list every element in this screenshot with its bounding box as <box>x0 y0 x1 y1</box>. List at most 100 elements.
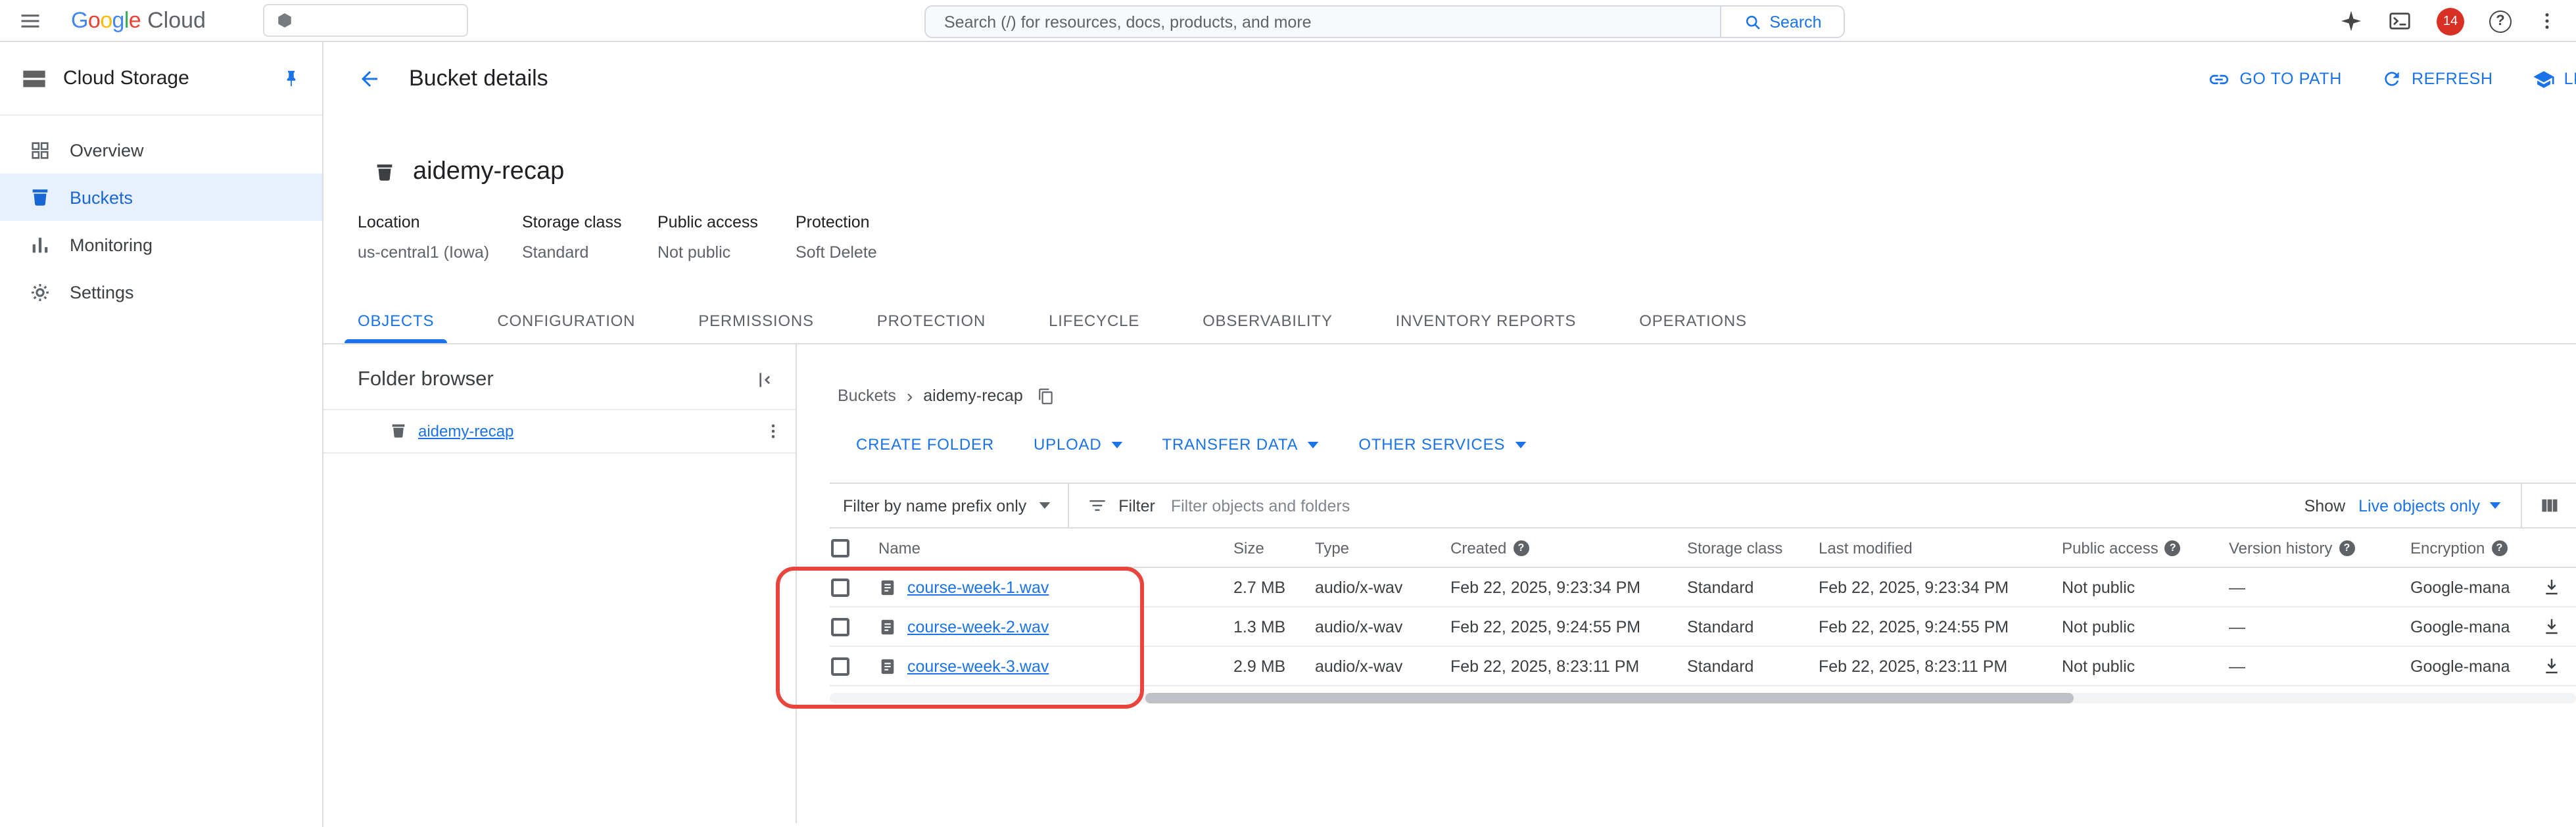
monitoring-icon <box>29 233 51 256</box>
download-icon[interactable] <box>2542 656 2562 676</box>
search-input[interactable] <box>924 5 1720 38</box>
sidebar-item-overview[interactable]: Overview <box>0 126 322 174</box>
create-folder-button[interactable]: CREATE FOLDER <box>856 435 994 454</box>
column-header-last_modified[interactable]: Last modified <box>1819 538 2062 557</box>
storage-class-cell: Standard <box>1687 657 1754 675</box>
breadcrumb-current: aidemy-recap <box>923 387 1023 405</box>
sidebar-item-settings[interactable]: Settings <box>0 268 322 316</box>
download-icon[interactable] <box>2542 617 2562 636</box>
logo-cloud-word: Cloud <box>147 7 206 32</box>
tab-operations[interactable]: OPERATIONS <box>1608 298 1778 343</box>
gemini-sparkle-icon[interactable] <box>2339 9 2363 33</box>
project-icon <box>276 12 293 29</box>
upload-button[interactable]: UPLOAD <box>1034 435 1123 454</box>
public-access-cell: Not public <box>2062 657 2135 675</box>
tab-permissions[interactable]: PERMISSIONS <box>667 298 846 343</box>
breadcrumb-buckets[interactable]: Buckets <box>838 387 896 405</box>
help-icon[interactable]: ? <box>2339 540 2355 555</box>
download-icon[interactable] <box>2542 577 2562 597</box>
school-icon <box>2533 68 2555 90</box>
folder-browser-panel: Folder browser aidemy-recap <box>323 344 797 823</box>
menu-icon[interactable] <box>18 9 42 32</box>
folder-tree-item[interactable]: aidemy-recap <box>323 409 796 454</box>
encryption-cell: Google-mana <box>2410 657 2510 675</box>
row-checkbox[interactable] <box>831 617 849 636</box>
transfer-data-button[interactable]: TRANSFER DATA <box>1162 435 1320 454</box>
search-button[interactable]: Search <box>1720 5 1845 38</box>
tab-bar: OBJECTS CONFIGURATION PERMISSIONS PROTECTIO… <box>323 298 2576 344</box>
project-selector[interactable] <box>263 4 468 37</box>
row-select-cell <box>830 617 878 636</box>
row-checkbox[interactable] <box>831 578 849 596</box>
file-icon <box>878 578 897 596</box>
sidebar-header: Cloud Storage <box>0 42 322 116</box>
learn-button[interactable]: LEARN <box>2533 68 2576 90</box>
tab-observability[interactable]: OBSERVABILITY <box>1171 298 1364 343</box>
refresh-button[interactable]: REFRESH <box>2381 68 2493 89</box>
filter-objects-input[interactable] <box>1170 496 1592 515</box>
scrollbar-thumb[interactable] <box>1145 693 2074 703</box>
object-link[interactable]: course-week-3.wav <box>907 657 1049 675</box>
help-icon[interactable]: ? <box>1513 540 1529 555</box>
help-icon[interactable]: ? <box>2491 540 2508 555</box>
column-header-version_history[interactable]: Version history? <box>2229 538 2410 557</box>
filter-prefix-dropdown[interactable]: Filter by name prefix only <box>830 484 1067 527</box>
name-cell: course-week-1.wav <box>878 578 1233 596</box>
public-access-cell: Not public <box>2062 617 2135 636</box>
help-icon[interactable]: ? <box>2164 540 2181 555</box>
bucket-name: aidemy-recap <box>413 158 565 185</box>
filter-label: Filter <box>1118 496 1155 515</box>
show-value-label: Live objects only <box>2358 496 2480 515</box>
column-header-created[interactable]: Created? <box>1450 538 1687 557</box>
back-arrow-icon[interactable] <box>358 67 381 91</box>
column-header-public_access[interactable]: Public access? <box>2062 538 2229 557</box>
column-header-encryption[interactable]: Encryption? <box>2410 538 2542 557</box>
horizontal-scrollbar[interactable] <box>830 693 2576 703</box>
collapse-panel-icon[interactable] <box>756 369 777 390</box>
row-checkbox[interactable] <box>831 657 849 675</box>
tab-protection[interactable]: PROTECTION <box>846 298 1017 343</box>
show-dropdown[interactable]: Live objects only <box>2358 496 2501 515</box>
copy-icon[interactable] <box>1038 387 1055 404</box>
column-header-name[interactable]: Name <box>878 538 1233 557</box>
column-header-size[interactable]: Size <box>1233 538 1315 557</box>
version-history-cell: — <box>2229 657 2245 675</box>
filter-prefix-label: Filter by name prefix only <box>843 496 1027 515</box>
go-to-path-label: GO TO PATH <box>2239 70 2342 88</box>
column-display-options-icon[interactable] <box>2522 496 2576 515</box>
more-vertical-icon[interactable] <box>2537 11 2558 32</box>
sidebar-item-monitoring[interactable]: Monitoring <box>0 221 322 268</box>
size-cell: 2.7 MB <box>1233 578 1286 596</box>
object-link[interactable]: course-week-1.wav <box>907 578 1049 596</box>
more-vertical-icon[interactable] <box>764 422 782 440</box>
other-services-button[interactable]: OTHER SERVICES <box>1358 435 1526 454</box>
overview-icon <box>29 139 51 161</box>
objects-panel: Buckets › aidemy-recap CREATE FOLDER UPLO… <box>797 344 2576 823</box>
bucket-meta: Location us-central1 (Iowa) Storage clas… <box>358 213 2576 262</box>
tab-lifecycle[interactable]: LIFECYCLE <box>1017 298 1171 343</box>
size-cell: 1.3 MB <box>1233 617 1286 636</box>
filter-bar: Filter by name prefix only Filter Show <box>830 483 2576 529</box>
object-link[interactable]: course-week-2.wav <box>907 617 1049 636</box>
notifications-badge[interactable]: 14 <box>2437 7 2464 35</box>
tab-inventory-reports[interactable]: INVENTORY REPORTS <box>1364 298 1608 343</box>
sidebar-item-buckets[interactable]: Buckets <box>0 174 322 221</box>
search-button-label: Search <box>1769 12 1822 31</box>
bucket-link[interactable]: aidemy-recap <box>418 422 764 440</box>
breadcrumb: Buckets › aidemy-recap <box>838 384 2576 408</box>
column-header-storage_class[interactable]: Storage class <box>1687 538 1819 557</box>
pin-icon[interactable] <box>281 68 301 88</box>
last-modified-cell: Feb 22, 2025, 9:24:55 PM <box>1819 617 2009 636</box>
table-header: Name Size Type Created? Storage class Last mo… <box>830 529 2576 568</box>
column-header-type[interactable]: Type <box>1315 538 1450 557</box>
help-icon[interactable]: ? <box>2489 10 2512 32</box>
select-all-checkbox[interactable] <box>831 538 849 557</box>
file-icon <box>878 657 897 675</box>
page-header: Bucket details GO TO PATH REFRESH L <box>323 42 2576 116</box>
bucket-title-row: aidemy-recap <box>373 153 2576 192</box>
go-to-path-button[interactable]: GO TO PATH <box>2208 68 2342 90</box>
tab-objects[interactable]: OBJECTS <box>326 298 465 343</box>
tab-configuration[interactable]: CONFIGURATION <box>465 298 667 343</box>
cloud-shell-icon[interactable] <box>2388 9 2412 33</box>
type-cell: audio/x-wav <box>1315 657 1403 675</box>
